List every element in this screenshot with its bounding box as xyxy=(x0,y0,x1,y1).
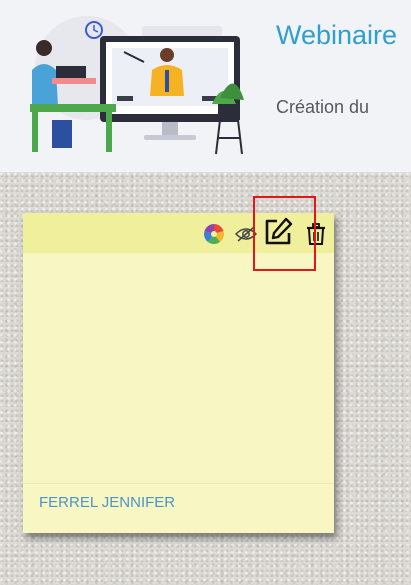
edit-button-highlight xyxy=(253,196,316,271)
note-divider xyxy=(23,483,334,484)
webinar-title[interactable]: Webinaire xyxy=(276,20,397,51)
note-author: FERREL JENNIFER xyxy=(39,494,176,511)
webinar-illustration xyxy=(30,16,244,155)
webinar-subtitle: Création du xyxy=(276,97,370,117)
palette-icon[interactable] xyxy=(203,223,225,245)
webinar-header: Webinaire Création du xyxy=(0,0,411,172)
